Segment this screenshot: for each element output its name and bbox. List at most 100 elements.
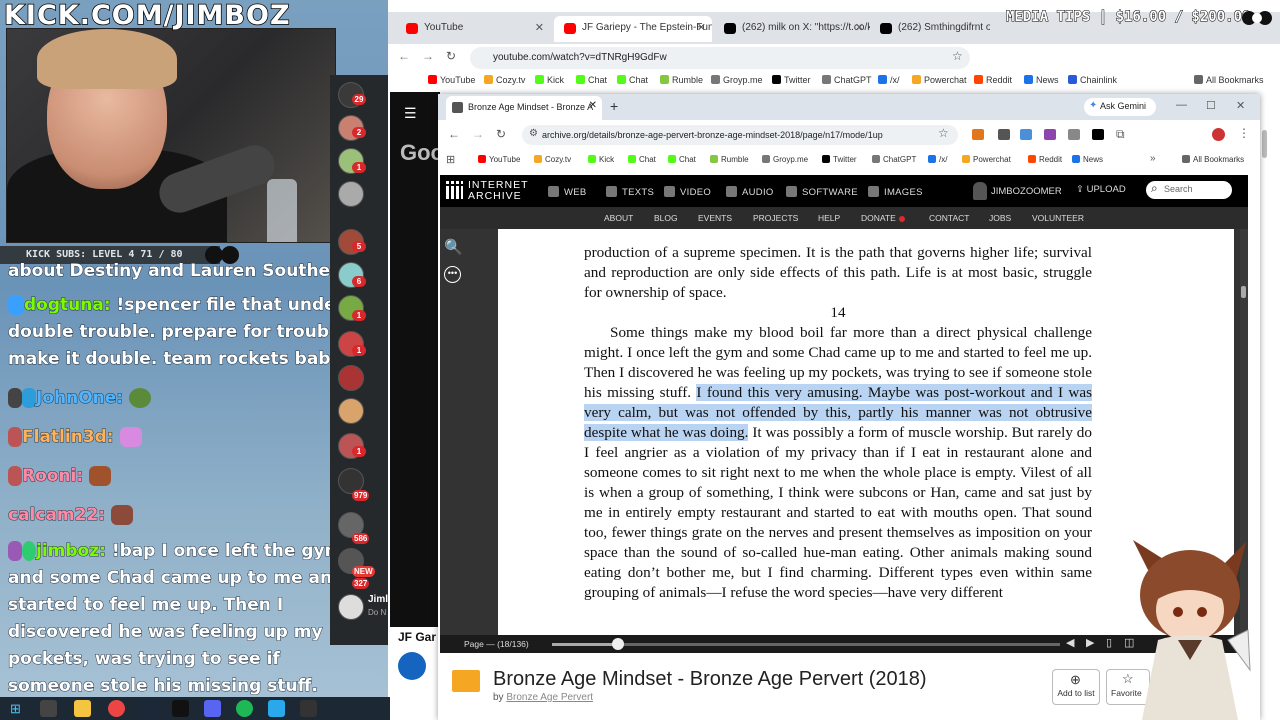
- link-contact[interactable]: CONTACT: [929, 213, 969, 223]
- new-tab-button[interactable]: +: [610, 98, 618, 114]
- bookmark-item[interactable]: Rumble: [710, 155, 749, 164]
- bookmark-item[interactable]: Chainlink: [1068, 75, 1117, 85]
- bookmark-item[interactable]: Kick: [535, 75, 564, 85]
- bookmark-item[interactable]: Groyp.me: [711, 75, 763, 85]
- all-bookmarks[interactable]: All Bookmarks: [1194, 75, 1264, 85]
- nav-audio[interactable]: AUDIO: [726, 186, 774, 198]
- one-page-view-icon[interactable]: ▯: [1106, 636, 1112, 649]
- internet-archive-logo[interactable]: INTERNET ARCHIVE: [446, 180, 529, 202]
- bookmark-item[interactable]: News: [1024, 75, 1059, 85]
- page-slider[interactable]: [552, 643, 1060, 646]
- bookmark-item[interactable]: YouTube: [478, 155, 520, 164]
- obs-icon[interactable]: [300, 700, 317, 717]
- channel-avatar[interactable]: [338, 365, 364, 391]
- link-projects[interactable]: PROJECTS: [753, 213, 798, 223]
- link-donate[interactable]: DONATE: [861, 213, 896, 223]
- extension-icon[interactable]: [1044, 129, 1056, 140]
- previous-page-icon[interactable]: ◀: [1066, 636, 1074, 649]
- task-view-icon[interactable]: [40, 700, 57, 717]
- x-icon[interactable]: [1092, 129, 1104, 140]
- link-events[interactable]: EVENTS: [698, 213, 732, 223]
- bookmark-item[interactable]: Chat: [628, 155, 656, 164]
- link-jobs[interactable]: JOBS: [989, 213, 1011, 223]
- browser-tab-active[interactable]: Bronze Age Mindset - Bronze A ✕: [446, 96, 602, 120]
- chrome-icon[interactable]: [108, 700, 125, 717]
- add-to-list-button[interactable]: Add to list: [1052, 669, 1100, 705]
- bookmark-item[interactable]: Twitter: [772, 75, 811, 85]
- user-menu[interactable]: JIMBOZOOMER: [973, 182, 1062, 200]
- app-icon[interactable]: [172, 700, 189, 717]
- close-tab-icon[interactable]: ✕: [535, 21, 544, 34]
- bookmark-item[interactable]: Cozy.tv: [484, 75, 525, 85]
- bookmark-item[interactable]: /x/: [878, 75, 900, 85]
- link-about[interactable]: ABOUT: [604, 213, 633, 223]
- bookmark-item[interactable]: Powerchat: [962, 155, 1011, 164]
- extension-icon[interactable]: [1068, 129, 1080, 140]
- bookmark-item[interactable]: Powerchat: [912, 75, 967, 85]
- bookmark-item[interactable]: Cozy.tv: [534, 155, 571, 164]
- forward-arrow-icon[interactable]: →: [422, 49, 434, 63]
- reload-icon[interactable]: ↻: [496, 127, 506, 141]
- next-page-icon[interactable]: ▶: [1086, 636, 1094, 649]
- browser-tab[interactable]: (262) milk on X: "https://t.co/k ✕: [714, 16, 870, 42]
- close-tab-icon[interactable]: ✕: [697, 21, 706, 34]
- close-tab-icon[interactable]: ✕: [589, 100, 597, 111]
- channel-avatar[interactable]: [338, 594, 364, 620]
- bookmark-star-icon[interactable]: ☆: [952, 49, 963, 63]
- forward-arrow-icon[interactable]: →: [472, 127, 484, 141]
- page-slider-handle[interactable]: [612, 638, 625, 650]
- browser-tab[interactable]: (262) Smthingdifrnt on X: [870, 16, 990, 42]
- bookmark-item[interactable]: ChatGPT: [822, 75, 872, 85]
- bookmark-item[interactable]: Kick: [588, 155, 614, 164]
- upload-button[interactable]: ⇪ UPLOAD: [1076, 184, 1126, 195]
- front-address-bar[interactable]: archive.org/details/bronze-age-pervert-b…: [522, 125, 958, 145]
- minimize-icon[interactable]: —: [1176, 99, 1187, 111]
- bookmark-item[interactable]: ChatGPT: [872, 155, 916, 164]
- nav-images[interactable]: IMAGES: [868, 186, 923, 198]
- nav-texts[interactable]: TEXTS: [606, 186, 654, 198]
- file-explorer-icon[interactable]: [74, 700, 91, 717]
- bookmark-item[interactable]: Reddit: [974, 75, 1012, 85]
- hamburger-menu-icon[interactable]: ☰: [404, 105, 417, 122]
- extension-icon[interactable]: [998, 129, 1010, 140]
- menu-kebab-icon[interactable]: ⋮: [1238, 126, 1250, 140]
- ask-gemini-button[interactable]: Ask Gemini: [1084, 98, 1156, 116]
- nav-web[interactable]: WEB: [548, 186, 587, 198]
- search-icon[interactable]: 🔍: [444, 238, 463, 256]
- profile-avatar[interactable]: [1212, 128, 1225, 141]
- bookmark-item[interactable]: YouTube: [428, 75, 475, 85]
- link-help[interactable]: HELP: [818, 213, 840, 223]
- link-blog[interactable]: BLOG: [654, 213, 678, 223]
- spotify-icon[interactable]: [236, 700, 253, 717]
- windows-start-icon[interactable]: ⊞: [10, 701, 21, 717]
- extension-icon[interactable]: [1020, 129, 1032, 140]
- nav-video[interactable]: VIDEO: [664, 186, 711, 198]
- author-link[interactable]: Bronze Age Pervert: [506, 692, 593, 703]
- extensions-puzzle-icon[interactable]: ⧉: [1116, 127, 1125, 142]
- reload-icon[interactable]: ↻: [446, 49, 456, 63]
- bookmark-item[interactable]: Twitter: [822, 155, 857, 164]
- bookmark-star-icon[interactable]: ☆: [938, 126, 949, 140]
- bookmark-item[interactable]: /x/: [928, 155, 947, 164]
- search-input[interactable]: Search: [1146, 181, 1232, 199]
- bookmark-item[interactable]: News: [1072, 155, 1103, 164]
- back-url-text[interactable]: youtube.com/watch?v=dTNRgH9GdFw: [493, 52, 667, 63]
- bookmark-item[interactable]: Chat: [668, 155, 696, 164]
- scrollbar-thumb[interactable]: [1241, 286, 1246, 298]
- bookmark-item[interactable]: Rumble: [660, 75, 703, 85]
- discord-icon[interactable]: [204, 700, 221, 717]
- youtube-video-title[interactable]: JF Gar: [398, 630, 436, 644]
- apps-grid-icon[interactable]: ⊞: [446, 153, 455, 166]
- nav-software[interactable]: SOFTWARE: [786, 186, 858, 198]
- bookmark-item[interactable]: Groyp.me: [762, 155, 808, 164]
- channel-avatar[interactable]: [338, 181, 364, 207]
- channel-avatar[interactable]: [398, 652, 426, 680]
- browser-tab[interactable]: YouTube ✕: [396, 16, 550, 42]
- channel-avatar[interactable]: [338, 398, 364, 424]
- bookmark-item[interactable]: Chat: [617, 75, 648, 85]
- steam-icon[interactable]: [140, 700, 157, 717]
- scrollbar[interactable]: [1262, 130, 1267, 158]
- bookmark-item[interactable]: Reddit: [1028, 155, 1062, 164]
- back-arrow-icon[interactable]: ←: [448, 127, 460, 141]
- close-window-icon[interactable]: ✕: [1236, 99, 1245, 112]
